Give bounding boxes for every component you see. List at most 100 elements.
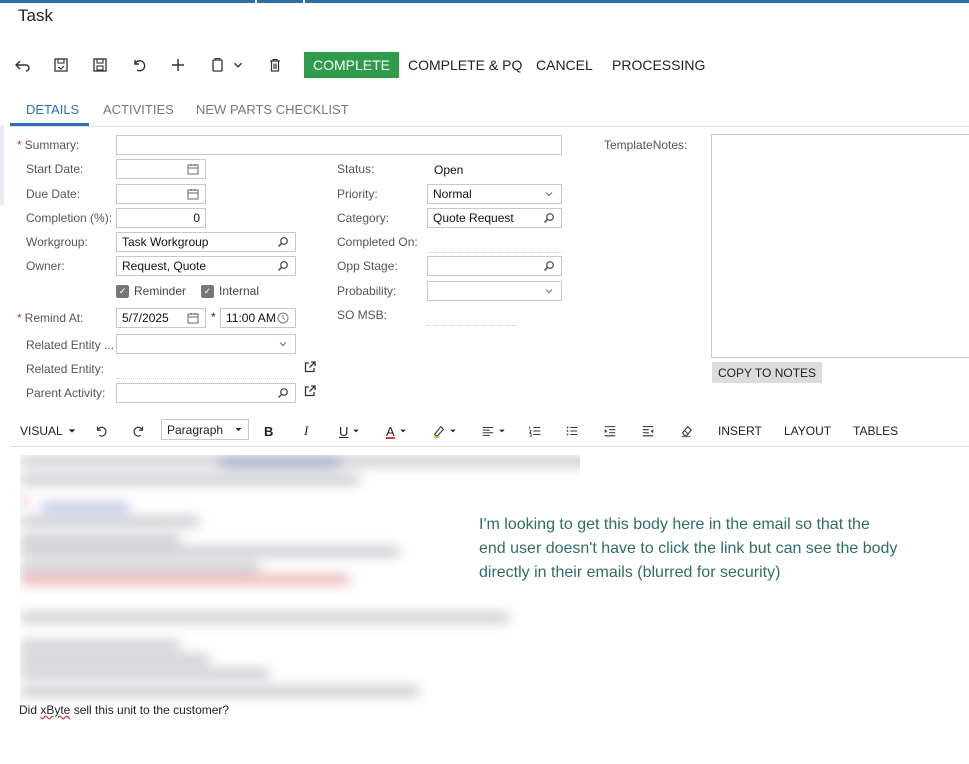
priority-label: Priority: [337,187,378,201]
summary-label: * Summary: [17,138,80,152]
status-label: Status: [337,162,375,176]
due-date-label: Due Date: [26,187,81,201]
email-last-line: Did xByte sell this unit to the customer… [19,703,230,717]
tab-bar: DETAILS ACTIVITIES NEW PARTS CHECKLIST [10,96,969,127]
template-notes-textarea[interactable] [711,134,969,358]
cancel-button[interactable]: CANCEL [536,52,593,78]
page-title: Task [18,6,53,25]
tables-menu[interactable]: TABLES [853,422,898,440]
editor-undo-icon[interactable] [94,422,108,440]
remind-at-label: * Remind At: [17,311,84,325]
search-icon[interactable] [276,386,290,400]
opp-stage-input[interactable] [427,256,562,276]
save-icon[interactable] [88,53,112,77]
annotation-note: I'm looking to get this body here in the… [479,516,898,581]
checkmark-icon: ✓ [116,284,129,298]
indent-icon[interactable] [603,422,617,440]
external-link-icon[interactable] [303,360,317,374]
left-edge-bar [0,125,4,205]
completed-on-underline [427,251,562,253]
template-notes-label: TemplateNotes: [604,138,688,152]
related-entity-type-select[interactable] [116,334,296,354]
bullet-list-icon[interactable] [565,422,579,440]
highlight-icon[interactable] [432,422,457,440]
completion-label: Completion (%): [26,211,113,225]
copy-paste-icon[interactable] [205,53,229,77]
complete-button[interactable]: COMPLETE [304,52,400,78]
align-icon[interactable] [481,422,506,440]
caret-down-icon [68,429,76,433]
top-accent-strip [0,0,969,3]
insert-menu[interactable]: INSERT [718,422,762,440]
copy-to-notes-button[interactable]: COPY TO NOTES [712,362,823,383]
external-link-icon[interactable] [303,384,317,398]
calendar-icon[interactable] [186,311,200,325]
save-close-icon[interactable] [49,53,73,77]
category-label: Category: [337,211,390,225]
parent-activity-label: Parent Activity: [26,386,106,400]
processing-button[interactable]: PROCESSING [612,52,705,78]
visual-mode-dropdown[interactable]: VISUAL [20,422,77,440]
main-toolbar [10,52,302,78]
tab-activities[interactable]: ACTIVITIES [103,102,174,117]
calendar-icon[interactable] [186,162,200,176]
completion-input[interactable]: 0 [116,208,206,228]
delete-icon[interactable] [263,53,287,77]
add-icon[interactable] [166,53,190,77]
undo-icon[interactable] [127,53,151,77]
summary-input[interactable] [116,135,562,155]
search-icon[interactable] [276,235,290,249]
start-date-input[interactable] [116,159,206,179]
so-msb-underline [427,324,517,326]
search-icon[interactable] [542,211,556,225]
back-icon[interactable] [10,53,34,77]
reminder-checkbox[interactable]: ✓ Reminder [116,284,186,298]
ordered-list-icon[interactable] [528,422,542,440]
related-entity-label: Related Entity: [26,362,105,376]
workgroup-input[interactable]: Task Workgroup [116,232,296,252]
search-icon[interactable] [542,259,556,273]
chevron-down-icon[interactable] [542,284,556,298]
calendar-icon[interactable] [186,187,200,201]
active-tab-indicator [10,123,89,126]
probability-label: Probability: [337,284,397,298]
clear-formatting-icon[interactable] [679,422,693,440]
paragraph-style-select[interactable]: Paragraph [161,419,249,440]
checkmark-icon: ✓ [201,284,214,298]
priority-select[interactable]: Normal [427,184,562,204]
underline-icon[interactable]: U [339,422,360,440]
caret-down-icon [235,428,242,431]
layout-menu[interactable]: LAYOUT [784,422,831,440]
owner-label: Owner: [26,259,65,273]
due-date-input[interactable] [116,184,206,204]
italic-icon[interactable]: I [304,422,308,440]
editor-redo-icon[interactable] [132,422,146,440]
so-msb-label: SO MSB: [337,308,388,322]
workgroup-label: Workgroup: [26,235,88,249]
chevron-down-icon[interactable] [276,337,290,351]
start-date-label: Start Date: [26,162,84,176]
chevron-down-icon[interactable] [231,53,245,77]
chevron-down-icon[interactable] [542,187,556,201]
remind-at-time-input[interactable]: 11:00 AM [220,308,296,328]
tab-new-parts-checklist[interactable]: NEW PARTS CHECKLIST [196,102,349,117]
parent-activity-input[interactable] [116,383,296,403]
remind-at-date-input[interactable]: 5/7/2025 [116,308,206,328]
opp-stage-label: Opp Stage: [337,259,398,273]
font-color-icon[interactable]: A [386,422,407,440]
time-required-marker: * [211,310,216,324]
related-entity-type-label: Related Entity ... [26,338,115,352]
clock-icon[interactable] [276,311,290,325]
search-icon[interactable] [276,259,290,273]
completed-on-label: Completed On: [337,235,418,249]
tab-details[interactable]: DETAILS [26,102,79,117]
complete-pq-button[interactable]: COMPLETE & PQ [408,52,522,78]
outdent-icon[interactable] [641,422,655,440]
owner-input[interactable]: Request, Quote [116,256,296,276]
category-input[interactable]: Quote Request [427,208,562,228]
status-value: Open [434,163,464,177]
probability-select[interactable] [427,281,562,301]
related-entity-underline [116,377,296,379]
bold-icon[interactable]: B [264,422,273,440]
internal-checkbox[interactable]: ✓ Internal [201,284,259,298]
